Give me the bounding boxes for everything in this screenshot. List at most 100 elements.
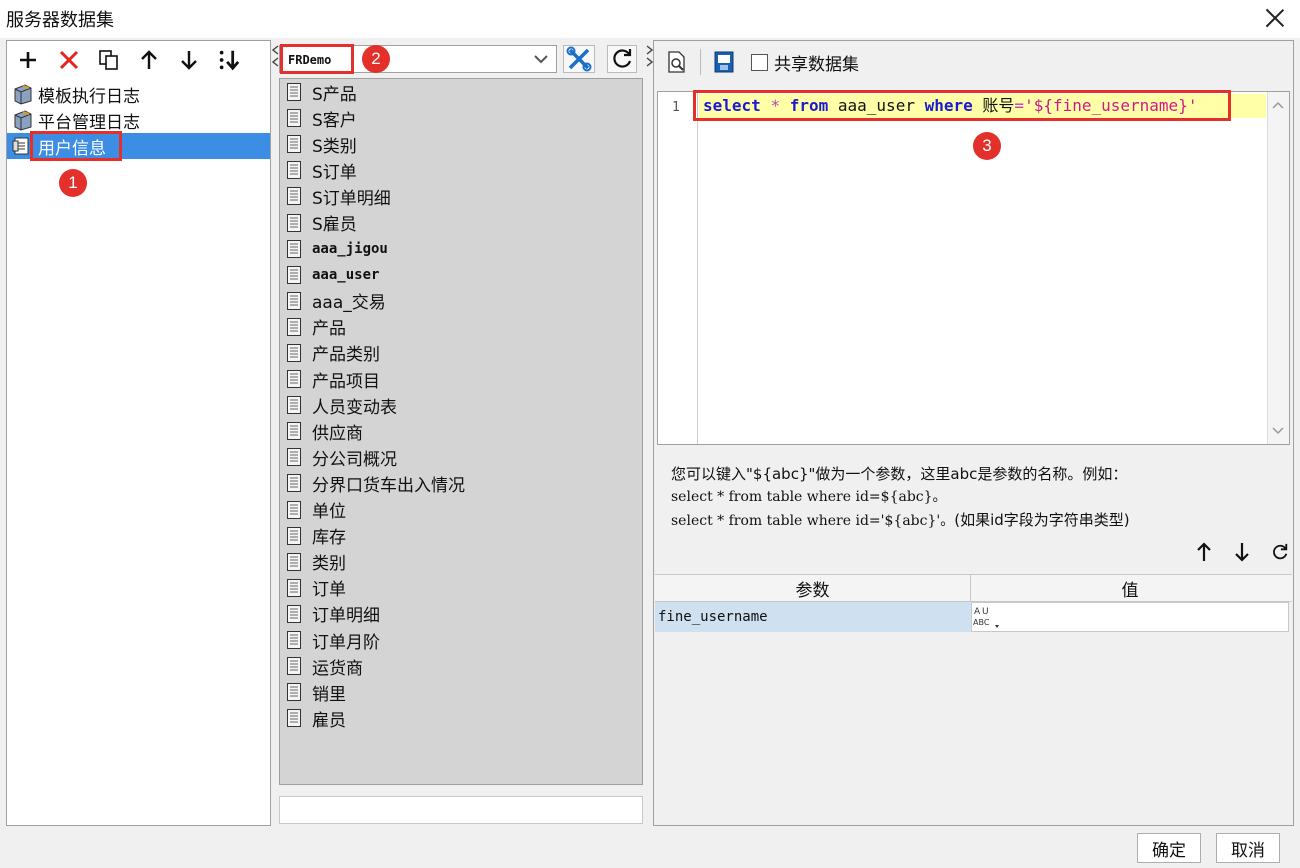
server-dataset-dialog: 服务器数据集 模板执行日志 平台管理日志 用户信息 1 FRDemo S产品 S… [0, 0, 1300, 868]
move-down-icon[interactable] [1233, 541, 1251, 563]
line-number-gutter: 1 [658, 92, 698, 444]
table-icon [287, 526, 301, 545]
refresh-icon[interactable] [1271, 541, 1289, 563]
table-list-item[interactable]: 分公司概况 [280, 444, 642, 470]
table-list-item-label: aaa_交易 [312, 293, 386, 314]
editor-scrollbar[interactable] [1267, 92, 1289, 444]
table-list-item[interactable]: S客户 [280, 105, 642, 131]
sort-icon[interactable] [217, 48, 241, 72]
table-list-item[interactable]: S订单明细 [280, 183, 642, 209]
move-up-icon[interactable] [1195, 541, 1213, 563]
table-list-item-label: aaa_jigou [312, 240, 388, 257]
table-list-item-label: 雇员 [312, 710, 346, 731]
table-list-item[interactable]: 雇员 [280, 705, 642, 731]
move-down-icon[interactable] [177, 48, 201, 72]
svg-text:U: U [982, 607, 989, 617]
share-dataset-checkbox[interactable] [751, 53, 768, 71]
table-search-input[interactable] [279, 796, 643, 824]
table-list-item[interactable]: 订单 [280, 575, 642, 601]
table-icon [287, 500, 301, 519]
header-value: 值 [1121, 580, 1139, 601]
highlight-box-3 [693, 90, 1231, 121]
refresh-tables-button[interactable] [607, 45, 637, 73]
table-list-item[interactable]: 分界口货车出入情况 [280, 470, 642, 496]
parameter-table-header: 参数 值 [655, 574, 1292, 602]
ok-button[interactable]: 确定 [1137, 833, 1201, 863]
hint-line-1: 您可以键入"${abc}"做为一个参数，这里abc是参数的名称。例如： [671, 465, 1128, 483]
table-list-item[interactable]: S订单 [280, 157, 642, 183]
table-list-item-label: 订单月阶 [312, 632, 380, 653]
table-icon [287, 422, 301, 441]
table-list-item[interactable]: aaa_user [280, 262, 642, 288]
callout-badge-1: 1 [59, 169, 87, 197]
table-list-item[interactable]: 单位 [280, 497, 642, 523]
table-icon [287, 239, 301, 258]
database-icon [14, 110, 32, 131]
table-list-item-label: S订单明细 [312, 188, 391, 209]
table-list-item-label: S雇员 [312, 215, 357, 236]
table-list-item-label: S客户 [312, 110, 357, 131]
table-list-item[interactable]: 产品项目 [280, 366, 642, 392]
delete-icon[interactable] [57, 48, 81, 72]
svg-text:A: A [974, 607, 981, 617]
copy-icon[interactable] [97, 48, 121, 72]
hint-line-3-note: (如果id字段为字符串类型) [954, 511, 1130, 529]
collapse-right-icon[interactable] [646, 44, 653, 74]
chevron-down-icon [534, 55, 548, 64]
table-list-item[interactable]: aaa_交易 [280, 288, 642, 314]
param-name-cell: fine_username [655, 602, 971, 632]
collapse-left-icon[interactable] [272, 44, 279, 74]
move-up-icon[interactable] [137, 48, 161, 72]
table-list-item[interactable]: 订单明细 [280, 601, 642, 627]
sql-toolbar: 共享数据集 [654, 41, 1293, 83]
table-icon [287, 187, 301, 206]
string-type-icon[interactable]: A UABC [972, 603, 1006, 631]
table-list-item[interactable]: 供应商 [280, 418, 642, 444]
svg-text:ABC: ABC [973, 618, 990, 627]
table-list-item[interactable]: 产品类别 [280, 340, 642, 366]
table-icon [287, 161, 301, 180]
table-list-item[interactable]: S类别 [280, 131, 642, 157]
title-bar: 服务器数据集 [0, 0, 1300, 38]
table-list-item-label: S类别 [312, 136, 357, 157]
sql-editor-panel: 共享数据集 1 select * from aaa_user where 账号=… [653, 40, 1294, 826]
table-list-item-label: 分界口货车出入情况 [312, 475, 465, 496]
table-list-item[interactable]: 产品 [280, 314, 642, 340]
table-list-item[interactable]: S产品 [280, 79, 642, 105]
tree-item-template-log[interactable]: 模板执行日志 [7, 81, 270, 107]
parameter-table: 参数 值 fine_username A U ABC [655, 574, 1292, 632]
table-list-item-label: 产品类别 [312, 345, 380, 366]
sql-dataset-icon[interactable] [713, 50, 735, 74]
table-icon [287, 370, 301, 389]
table-list: S产品 S客户 S类别 S订单 S订单明细 S雇员 aaa_jigou aaa_useraaa… [279, 78, 643, 785]
table-icon [287, 604, 301, 623]
table-list-item[interactable]: S雇员 [280, 209, 642, 235]
highlight-box-2 [280, 44, 354, 74]
tree-item-label: 模板执行日志 [38, 86, 140, 107]
table-icon [287, 631, 301, 650]
close-icon[interactable] [1264, 7, 1286, 29]
table-list-item[interactable]: 销里 [280, 679, 642, 705]
table-list-item[interactable]: 类别 [280, 549, 642, 575]
hint-line-3-code: select * from table where id='${abc}'。 [671, 513, 955, 529]
table-icon [287, 109, 301, 128]
table-list-item[interactable]: 运货商 [280, 653, 642, 679]
table-icon [287, 709, 301, 728]
add-icon[interactable] [17, 48, 41, 72]
table-list-item-label: 销里 [312, 684, 346, 705]
param-value-cell[interactable]: A U ABC [971, 602, 1289, 632]
table-list-item[interactable]: 订单月阶 [280, 627, 642, 653]
tree-item-platform-log[interactable]: 平台管理日志 [7, 107, 270, 133]
table-row[interactable]: fine_username A U ABC [655, 602, 1292, 632]
connection-settings-button[interactable] [563, 45, 595, 73]
preview-icon[interactable] [666, 50, 688, 74]
tree-item-label: 平台管理日志 [38, 112, 140, 133]
table-list-item-label: 运货商 [312, 658, 363, 679]
parameter-hint: 您可以键入"${abc}"做为一个参数，这里abc是参数的名称。例如： sele… [671, 463, 1130, 533]
cancel-button[interactable]: 取消 [1216, 833, 1280, 863]
table-list-item[interactable]: 库存 [280, 523, 642, 549]
table-list-item[interactable]: aaa_jigou [280, 236, 642, 262]
table-list-item-label: 人员变动表 [312, 397, 397, 418]
highlight-box-1 [30, 131, 122, 161]
table-list-item[interactable]: 人员变动表 [280, 392, 642, 418]
